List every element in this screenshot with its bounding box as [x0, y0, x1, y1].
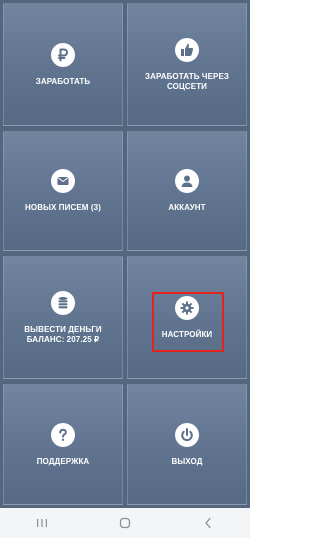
menu-grid: ЗАРАБОТАТЬ ЗАРАБОТАТЬ ЧЕРЕЗ СОЦСЕТИ НОВЫ…	[0, 0, 250, 508]
support-tile[interactable]: ПОДДЕРЖКА	[3, 384, 123, 505]
back-button[interactable]	[188, 508, 228, 538]
earn-social-tile[interactable]: ЗАРАБОТАТЬ ЧЕРЕЗ СОЦСЕТИ	[127, 3, 247, 126]
logout-tile[interactable]: ВЫХОД	[127, 384, 247, 505]
main-menu-screen: ЗАРАБОТАТЬ ЗАРАБОТАТЬ ЧЕРЕЗ СОЦСЕТИ НОВЫ…	[0, 0, 250, 538]
coins-icon	[51, 290, 75, 315]
envelope-icon	[51, 169, 75, 193]
question-icon	[51, 422, 75, 447]
ruble-icon	[51, 42, 75, 67]
back-icon	[205, 517, 211, 529]
home-button[interactable]	[105, 508, 145, 538]
recent-apps-icon	[36, 519, 47, 527]
withdraw-label: ВЫВЕСТИ ДЕНЬГИ БАЛАНС: 207.25 ₽	[24, 324, 102, 344]
system-navigation-bar	[0, 508, 250, 538]
account-label: АККАУНТ	[168, 203, 206, 212]
withdraw-tile[interactable]: ВЫВЕСТИ ДЕНЬГИ БАЛАНС: 207.25 ₽	[3, 256, 123, 379]
earn-label: ЗАРАБОТАТЬ	[35, 76, 91, 86]
recent-apps-button[interactable]	[22, 508, 62, 538]
account-tile[interactable]: АККАУНТ	[127, 131, 247, 251]
messages-tile[interactable]: НОВЫХ ПИСЕМ (3)	[3, 131, 123, 251]
home-icon	[119, 517, 131, 529]
gear-icon	[175, 295, 199, 320]
support-label: ПОДДЕРЖКА	[36, 456, 90, 466]
settings-tile[interactable]: НАСТРОЙКИ	[127, 256, 247, 379]
earn-social-label: ЗАРАБОТАТЬ ЧЕРЕЗ СОЦСЕТИ	[144, 71, 230, 91]
logout-label: ВЫХОД	[171, 456, 203, 466]
settings-label: НАСТРОЙКИ	[161, 329, 213, 339]
thumbs-up-icon	[175, 37, 199, 62]
messages-label: НОВЫХ ПИСЕМ (3)	[25, 203, 101, 212]
user-icon	[175, 169, 199, 193]
earn-tile[interactable]: ЗАРАБОТАТЬ	[3, 3, 123, 126]
power-icon	[175, 422, 199, 447]
